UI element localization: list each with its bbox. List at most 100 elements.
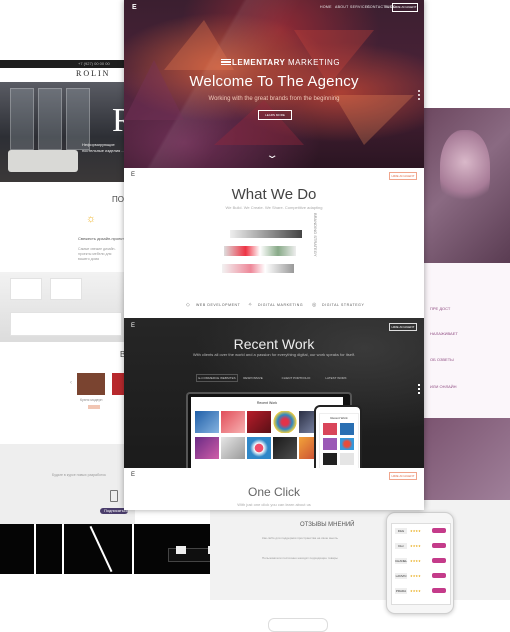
brand-row[interactable]: PRADA ★★★★ bbox=[394, 587, 448, 595]
section-title: What We Do bbox=[231, 186, 317, 203]
brand-row[interactable]: CHANEL ★★★★ bbox=[394, 557, 448, 565]
work-thumbnail[interactable] bbox=[195, 411, 219, 433]
brand-name: LEMENTARY MARKETING bbox=[232, 58, 340, 67]
nav-logo[interactable]: E bbox=[132, 4, 137, 11]
side-label: BRANDING STRATEGY bbox=[313, 213, 318, 257]
brochure-image bbox=[222, 226, 322, 282]
hero-window bbox=[10, 88, 34, 150]
brochure-page bbox=[224, 246, 296, 256]
filter-responsive[interactable]: RESPONSIVE bbox=[242, 374, 264, 382]
gallery-divider bbox=[132, 524, 134, 574]
brand-name-thin: MARKETING bbox=[287, 58, 341, 67]
filter-ecommerce[interactable]: E-COMMERCE WEBSITES bbox=[196, 374, 238, 382]
nav-item-about[interactable]: ABOUT bbox=[335, 5, 349, 9]
slider-dots[interactable] bbox=[418, 90, 420, 102]
brand-logo: Dior bbox=[395, 543, 407, 549]
right-site-item[interactable]: ОБ ОЗВЕТЫ bbox=[430, 357, 454, 362]
sofa-image bbox=[8, 150, 78, 172]
product-badge bbox=[88, 405, 100, 409]
left-site-feature-title: Свежесть дизайн-проектов bbox=[78, 236, 129, 241]
hire-agent-button[interactable]: HIRE AN AGENT bbox=[389, 172, 417, 180]
work-thumbnail[interactable] bbox=[323, 423, 337, 435]
work-thumbnail[interactable] bbox=[221, 411, 245, 433]
nav-logo[interactable]: E bbox=[131, 472, 135, 478]
brand-logo: LANVIN bbox=[395, 573, 407, 579]
learn-more-button[interactable]: LEARN MORE bbox=[258, 110, 292, 120]
brand-row[interactable]: LANVIN ★★★★ bbox=[394, 572, 448, 580]
work-thumbnail[interactable] bbox=[221, 437, 245, 459]
work-thumbnail[interactable] bbox=[273, 411, 297, 433]
nav-logo[interactable]: E bbox=[131, 323, 135, 329]
section-dots[interactable] bbox=[418, 384, 420, 396]
right-site-reviews bbox=[210, 500, 510, 600]
product-label: Кухня модерн bbox=[80, 398, 103, 402]
rating-stars: ★★★★ bbox=[410, 529, 421, 533]
hire-agent-button[interactable]: HIRE AN AGENT bbox=[392, 3, 418, 12]
phone-icon bbox=[110, 490, 118, 502]
kitchen-image bbox=[0, 272, 135, 342]
rating-stars: ★★★★ bbox=[410, 544, 421, 548]
hero-title: Welcome To The Agency bbox=[189, 73, 359, 90]
nav-item-home[interactable]: HOME bbox=[320, 5, 332, 9]
section-subtitle: We Build. We Create. We Share. Competiti… bbox=[225, 205, 323, 210]
brand-button[interactable] bbox=[432, 573, 446, 578]
code-icon: ◇ bbox=[186, 302, 190, 308]
work-thumbnail[interactable] bbox=[247, 411, 271, 433]
work-thumbnail[interactable] bbox=[340, 453, 354, 465]
section-title: Recent Work bbox=[233, 336, 315, 352]
bottom-device-outline bbox=[268, 618, 328, 632]
brand-button[interactable] bbox=[432, 528, 446, 533]
poly-shape bbox=[124, 60, 184, 120]
strategy-icon: ◎ bbox=[312, 302, 317, 308]
filter-latest[interactable]: LATEST WORK bbox=[322, 374, 350, 382]
hire-agent-button[interactable]: HIRE AN AGENT bbox=[389, 472, 417, 480]
rating-stars: ★★★★ bbox=[410, 559, 421, 563]
gallery-divider bbox=[62, 524, 64, 574]
reviews-title: ОТЗЫВЫ МНЕНИЙ bbox=[300, 522, 355, 528]
brand-logo: CHANEL bbox=[395, 558, 408, 564]
phone-screen: D&G ★★★★ Dior ★★★★ CHANEL ★★★★ LANVIN ★★★★ P… bbox=[391, 523, 451, 605]
chevron-down-icon[interactable]: ⌄ bbox=[265, 150, 278, 161]
reviews-text: Как-либо для поддержки пространства на с… bbox=[262, 536, 338, 540]
brand-button[interactable] bbox=[432, 558, 446, 563]
product-image[interactable] bbox=[77, 373, 105, 395]
work-thumbnail[interactable] bbox=[323, 438, 337, 450]
gallery-divider bbox=[89, 525, 113, 573]
service-digital-strategy[interactable]: DIGITAL STRATEGY bbox=[322, 303, 364, 307]
work-thumbnail[interactable] bbox=[247, 437, 271, 459]
phone-screen: Recent Work bbox=[319, 413, 359, 472]
filter-portfolio[interactable]: CLIENT PORTFOLIO bbox=[280, 374, 312, 382]
work-thumbnail[interactable] bbox=[195, 437, 219, 459]
nav-logo[interactable]: E bbox=[131, 172, 135, 178]
left-site-feature-text: Самые свежие дизайн-проекты мебели для в… bbox=[78, 247, 116, 261]
brand-row[interactable]: D&G ★★★★ bbox=[394, 527, 448, 535]
hero-section: E HOME ABOUT SERVICES CONTACT US BLOG HI… bbox=[124, 0, 424, 168]
left-site-phone: +7 (927) 00 00 00 bbox=[78, 61, 110, 66]
rating-stars: ★★★★ bbox=[410, 589, 421, 593]
what-we-do-section: E HIRE AN AGENT What We Do We Build. We … bbox=[124, 168, 424, 318]
lightbulb-icon: ☼ bbox=[86, 213, 97, 225]
right-site-item[interactable]: ИЛИ ОНЛАЙН bbox=[430, 384, 457, 389]
right-site-item[interactable]: НАЛАЖИВАЕТ bbox=[430, 331, 458, 336]
work-thumbnail[interactable] bbox=[323, 453, 337, 465]
brochure-page bbox=[230, 230, 302, 238]
work-thumbnail[interactable] bbox=[340, 438, 354, 450]
right-site-item[interactable]: ПРЕ ДОСТ bbox=[430, 306, 450, 311]
hero-window bbox=[66, 88, 90, 150]
hire-agent-button[interactable]: HIRE AN AGENT bbox=[389, 323, 417, 331]
chevron-left-icon[interactable]: ‹ bbox=[70, 380, 72, 386]
poly-shape bbox=[334, 95, 414, 145]
right-site-portrait-2 bbox=[424, 418, 510, 502]
phone-mockup-brands: D&G ★★★★ Dior ★★★★ CHANEL ★★★★ LANVIN ★★★★ P… bbox=[386, 512, 454, 614]
service-web-development[interactable]: WEB DEVELOPMENT bbox=[196, 303, 240, 307]
work-thumbnail[interactable] bbox=[273, 437, 297, 459]
service-digital-marketing[interactable]: DIGITAL MARKETING bbox=[258, 303, 303, 307]
kitchen-cabinet bbox=[50, 278, 82, 300]
poly-shape bbox=[214, 100, 304, 145]
brand-button[interactable] bbox=[432, 588, 446, 593]
work-thumbnail[interactable] bbox=[340, 423, 354, 435]
pillow bbox=[176, 546, 186, 554]
brochure-page bbox=[222, 264, 294, 273]
brand-button[interactable] bbox=[432, 543, 446, 548]
brand-row[interactable]: Dior ★★★★ bbox=[394, 542, 448, 550]
